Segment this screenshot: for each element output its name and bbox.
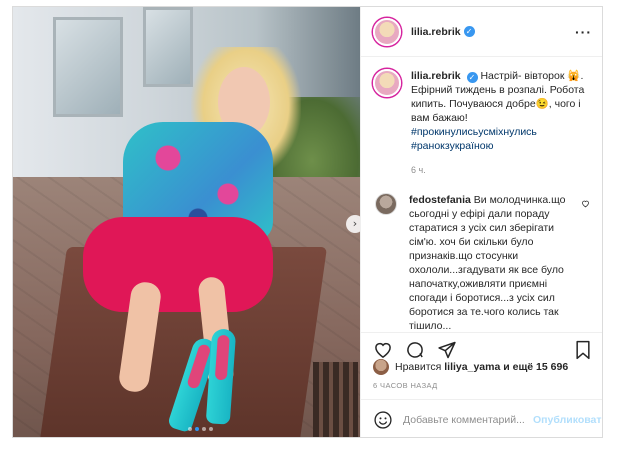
- comment-input[interactable]: [403, 413, 533, 426]
- caption-username[interactable]: lilia.rebrik: [411, 70, 461, 82]
- carousel-dot: [188, 427, 192, 431]
- comment-like-heart-icon[interactable]: [581, 199, 590, 211]
- verified-badge-icon: ✓: [466, 72, 478, 83]
- caption-author-avatar[interactable]: [373, 69, 401, 97]
- post-header: lilia.rebrik ✓ ···: [361, 7, 602, 57]
- instagram-post: › lilia.rebrik ✓ ··· lilia.rebrik ✓ Наст…: [12, 6, 603, 438]
- carousel-dot-active: [195, 427, 199, 431]
- likes-prefix: Нравится: [395, 361, 442, 373]
- likes-count[interactable]: и ещё 15 696: [503, 361, 568, 373]
- comment-text: Ви молодчинка.що сьогодні у ефірі дали п…: [409, 194, 566, 332]
- liker-avatar[interactable]: [373, 359, 389, 375]
- caption-row: lilia.rebrik ✓ Настрій- вівторок 🙀. Ефір…: [373, 69, 590, 177]
- emoji-icon[interactable]: [373, 410, 393, 430]
- author-avatar[interactable]: [373, 17, 401, 46]
- comment-icon[interactable]: [405, 340, 425, 360]
- share-icon[interactable]: [437, 340, 457, 360]
- carousel-dots: [188, 427, 213, 431]
- caption-body: lilia.rebrik ✓ Настрій- вівторок 🙀. Ефір…: [411, 69, 590, 177]
- heart-icon[interactable]: [373, 340, 393, 360]
- carousel-dot: [209, 427, 213, 431]
- author-username[interactable]: lilia.rebrik: [411, 26, 461, 38]
- likes-row: Нравится liliya_yama и ещё 15 696: [373, 359, 592, 375]
- next-photo-button[interactable]: ›: [346, 215, 360, 233]
- post-side-panel: lilia.rebrik ✓ ··· lilia.rebrik ✓ Настрі…: [360, 7, 602, 437]
- commenter-avatar[interactable]: [375, 193, 397, 215]
- comment-row: fedostefania Ви молодчинка.що сьогодні у…: [373, 193, 590, 332]
- comment-body: fedostefania Ви молодчинка.що сьогодні у…: [409, 193, 575, 332]
- comment-username[interactable]: fedostefania: [409, 194, 471, 206]
- woman-pants: [83, 217, 273, 312]
- post-photo[interactable]: ›: [13, 7, 360, 437]
- comments-section: lilia.rebrik ✓ Настрій- вівторок 🙀. Ефір…: [361, 57, 602, 332]
- trash-bin: [313, 362, 358, 437]
- likes-text[interactable]: Нравится liliya_yama и ещё 15 696: [395, 361, 568, 373]
- hashtag-link[interactable]: #прокинулисьусміхнулись: [411, 125, 590, 139]
- bookmark-icon[interactable]: [574, 340, 592, 360]
- publish-button[interactable]: Опубликовать: [533, 414, 602, 426]
- likes-user[interactable]: liliya_yama: [444, 361, 500, 373]
- add-comment-bar: Опубликовать: [361, 399, 602, 437]
- carousel-dot: [202, 427, 206, 431]
- post-time-ago: 6 ЧАСОВ НАЗАД: [373, 381, 438, 390]
- hashtag-link[interactable]: #ранокзукраїною: [411, 139, 590, 153]
- verified-badge-icon: ✓: [463, 26, 475, 37]
- more-options-icon[interactable]: ···: [575, 24, 592, 40]
- caption-time: 6 ч.: [411, 165, 426, 175]
